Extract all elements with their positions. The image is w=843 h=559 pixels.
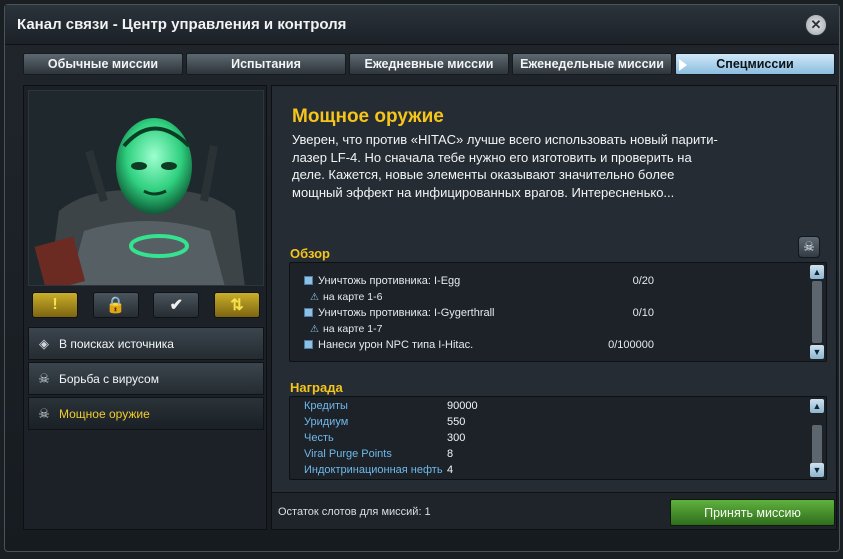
mission-list: ◈ В поисках источника ☠ Борьба с вирусом… (28, 327, 264, 432)
mission-filter-buttons: ! 🔒 ✔ ⇅ (32, 292, 260, 318)
scroll-down-button[interactable]: ▼ (810, 345, 824, 359)
description-line: мощный эффект на инфицированных врагов. … (292, 184, 675, 200)
mission-title: Мощное оружие (292, 106, 444, 127)
sort-arrows-icon: ⇅ (230, 297, 244, 314)
window-title: Канал связи - Центр управления и контрол… (17, 16, 347, 33)
mission-item-virus-fight[interactable]: ☠ Борьба с вирусом (28, 362, 264, 395)
mission-description: Уверен, что против «HITAC» лучше всего и… (292, 131, 722, 201)
chevron-up-icon: ▲ (812, 401, 822, 411)
reward-label: Уридиум (304, 416, 349, 428)
checkmark-icon: ✔ (169, 297, 184, 314)
scroll-down-button[interactable]: ▼ (810, 463, 824, 477)
scroll-thumb[interactable] (812, 425, 822, 465)
reward-label: Кредиты (304, 400, 348, 412)
reward-value: 4 (447, 464, 454, 476)
reward-value: 550 (447, 416, 466, 428)
description-line: деле. Кажется, новые элементы оказывают … (292, 167, 675, 182)
reward-label: Честь (304, 432, 334, 444)
objective-progress: 0/10 (632, 307, 654, 319)
accept-mission-button[interactable]: Принять миссию (670, 499, 835, 526)
tab-daily-missions[interactable]: Ежедневные миссии (349, 53, 509, 75)
close-icon: ✕ (810, 17, 822, 32)
checkmark-button[interactable]: ✔ (153, 292, 200, 318)
tab-challenges[interactable]: Испытания (186, 53, 346, 75)
tab-regular-missions[interactable]: Обычные миссии (23, 53, 183, 75)
skull-icon: ☠ (38, 370, 50, 386)
description-line: Уверен, что против «HITAC» лучше всего и… (292, 132, 718, 147)
reward-value: 8 (447, 448, 454, 460)
objective-progress: 0/20 (632, 275, 654, 287)
chevron-down-icon: ▼ (812, 465, 822, 475)
reward-title: Награда (290, 380, 343, 395)
reward-label: Индоктринационная нефть (304, 464, 443, 476)
objectives-box: Уничтожь противника: I-Egg 0/20 ⚠ на карт… (289, 262, 827, 362)
checkbox-icon (304, 276, 313, 285)
mission-item-label: Борьба с вирусом (59, 371, 159, 386)
objective-progress: 0/100000 (608, 339, 654, 351)
overview-title: Обзор (290, 246, 330, 261)
mission-item-label: Мощное оружие (59, 406, 150, 421)
reward-scrollbar[interactable]: ▲ ▼ (810, 399, 824, 477)
mission-details-panel: Мощное оружие Уверен, что против «HITAC»… (271, 85, 837, 530)
mission-list-panel: ! 🔒 ✔ ⇅ ◈ В поисках источника ☠ Борьба с… (23, 85, 267, 530)
diamond-arrow-icon: ◈ (39, 335, 49, 351)
lock-button[interactable]: 🔒 (92, 292, 139, 318)
title-bar: Канал связи - Центр управления и контрол… (5, 5, 839, 45)
mission-tabs: Обычные миссии Испытания Ежедневные мисс… (23, 53, 835, 75)
objective-map: ⚠ на карте 1-7 (310, 323, 383, 335)
warning-icon: ⚠ (310, 292, 319, 303)
lock-icon: 🔒 (105, 297, 126, 314)
mission-window: Канал связи - Центр управления и контрол… (4, 4, 840, 552)
reward-box: Кредиты 90000 Уридиум 550 Честь 300 Vira… (289, 396, 827, 480)
mission-item-source-search[interactable]: ◈ В поисках источника (28, 327, 264, 360)
exclamation-button[interactable]: ! (32, 292, 78, 318)
checkbox-icon (304, 340, 313, 349)
chevron-down-icon: ▼ (812, 347, 822, 357)
mission-slots-text: Остаток слотов для миссий: 1 (278, 506, 431, 518)
reward-value: 90000 (447, 400, 478, 412)
warning-icon: ⚠ (310, 324, 319, 335)
chevron-up-icon: ▲ (812, 267, 822, 277)
scroll-thumb[interactable] (812, 281, 822, 343)
objectives-scrollbar[interactable]: ▲ ▼ (810, 265, 824, 359)
sort-button[interactable]: ⇅ (213, 292, 260, 318)
skull-button[interactable]: ☠ (798, 236, 820, 258)
reward-value: 300 (447, 432, 466, 444)
exclamation-icon: ! (52, 296, 58, 313)
footer-bar: Остаток слотов для миссий: 1 Принять мис… (272, 492, 836, 529)
mission-item-label: В поисках источника (59, 336, 174, 351)
close-button[interactable]: ✕ (805, 14, 827, 36)
agent-portrait (28, 90, 264, 286)
agent-portrait-image (29, 91, 263, 285)
mission-item-powerful-weapon[interactable]: ☠ Мощное оружие (28, 397, 264, 430)
scroll-up-button[interactable]: ▲ (810, 265, 824, 279)
scroll-up-button[interactable]: ▲ (810, 399, 824, 413)
checkbox-icon (304, 308, 313, 317)
reward-label: Viral Purge Points (304, 448, 392, 460)
tab-weekly-missions[interactable]: Еженедельные миссии (512, 53, 672, 75)
description-line: лазер LF-4. Но сначала тебе нужно его из… (292, 149, 692, 165)
skull-icon: ☠ (803, 239, 815, 254)
objective-map: ⚠ на карте 1-6 (310, 291, 383, 303)
tab-special-missions[interactable]: Спецмиссии (675, 53, 835, 75)
skull-icon: ☠ (38, 405, 50, 421)
